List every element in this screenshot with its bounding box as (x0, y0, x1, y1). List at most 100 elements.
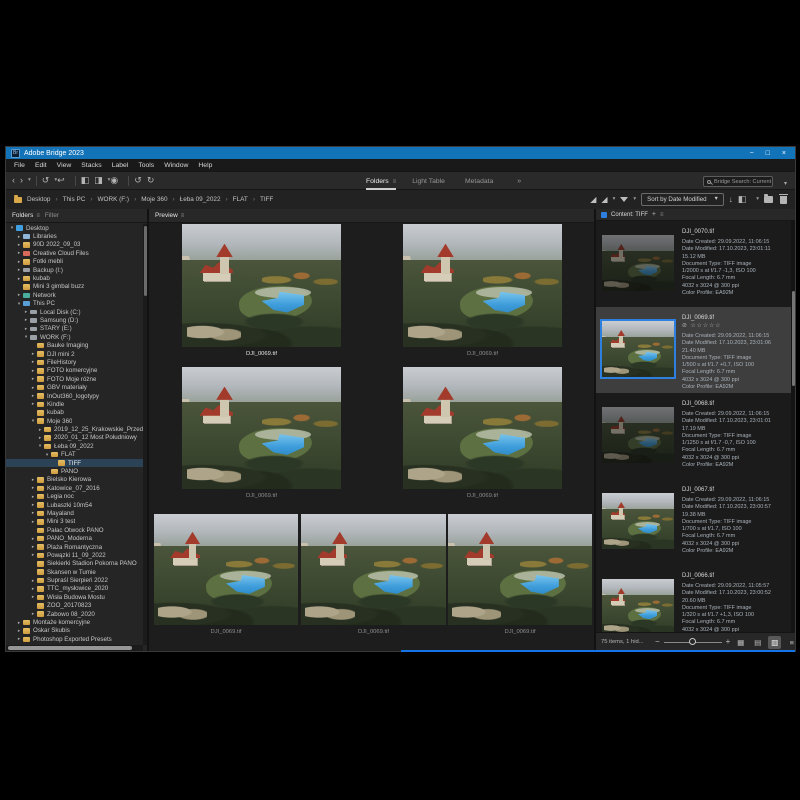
folder-tree-item[interactable]: ▸ TTC_mysłowice_2020 (6, 585, 143, 593)
folder-tree-item[interactable]: ▸ Oskar Skubis (6, 627, 143, 635)
minimize-button[interactable]: − (750, 150, 754, 157)
menu-item[interactable]: Label (107, 162, 134, 169)
preview-thumbnail[interactable]: DJI_0069.tif (403, 367, 562, 502)
panel-menu-icon[interactable]: ≡ (181, 213, 185, 219)
rating-stars[interactable]: ⊘ ☆☆☆☆☆ (682, 323, 789, 329)
expander-icon[interactable]: ▸ (30, 502, 36, 508)
bridge-search-input[interactable]: Bridge Search: Current (703, 176, 773, 187)
folder-tree-item[interactable]: ▸ Creative Cloud Files (6, 249, 143, 257)
panel-menu-icon[interactable]: ≡ (36, 213, 40, 219)
expander-icon[interactable]: ▸ (16, 234, 22, 240)
workspace-tab[interactable]: Folders ≡ (366, 172, 396, 190)
tab-preview[interactable]: Preview ≡ (155, 212, 184, 219)
folder-tree-item[interactable]: ▸ FOTO komercyjne (6, 367, 143, 375)
folder-tree-item[interactable]: ▸ Plaża Romantyczna (6, 543, 143, 551)
breadcrumb-item[interactable]: Desktop (27, 196, 50, 203)
new-folder-icon[interactable] (764, 196, 773, 203)
add-tab-icon[interactable]: + (652, 211, 656, 218)
folder-tree-item[interactable]: Skansen w Tumie (6, 568, 143, 576)
expander-icon[interactable]: ▸ (30, 552, 36, 558)
expander-icon[interactable]: ▸ (23, 309, 29, 315)
folder-tree-item[interactable]: ▾ WORK (F:) (6, 333, 143, 341)
expander-icon[interactable]: ▸ (16, 292, 22, 298)
breadcrumb-item[interactable]: Moje 360 (141, 196, 167, 203)
breadcrumb-item[interactable]: This PC (63, 196, 86, 203)
preview-thumbnail[interactable]: DJI_0069.tif (403, 224, 562, 360)
folder-tree-item[interactable]: ▸ kubab (6, 274, 143, 282)
folder-tree-item[interactable]: ▾ Moje 360 (6, 417, 143, 425)
expander-icon[interactable]: ▸ (30, 519, 36, 525)
folder-tree-item[interactable]: ▸ PANO_Moderna (6, 534, 143, 542)
breadcrumb-item[interactable]: WORK (F:) (97, 196, 129, 203)
file-thumbnail[interactable] (602, 579, 674, 632)
workspace-overflow-icon[interactable]: » (517, 178, 521, 185)
menu-item[interactable]: File (9, 162, 30, 169)
list-view-button[interactable]: ≡ (785, 636, 795, 649)
folder-tree-item[interactable]: ▸ Photoshop Exported Presets (6, 635, 143, 643)
expander-icon[interactable]: ▸ (23, 326, 29, 332)
sort-direction-icon[interactable]: ↓ (729, 195, 733, 204)
panel-menu-icon[interactable]: ≡ (660, 212, 664, 218)
menu-item[interactable]: Stacks (76, 162, 106, 169)
forward-icon[interactable]: › (20, 176, 23, 185)
folder-tree-item[interactable]: ▸ GBV materiały (6, 383, 143, 391)
folder-tree-item[interactable]: ▸ Local Disk (C:) (6, 308, 143, 316)
folder-tree-item[interactable]: Pałac Otwock PANO (6, 526, 143, 534)
folder-tree-item[interactable]: ▸ Montaże komercyjne (6, 618, 143, 626)
file-thumbnail[interactable] (602, 235, 674, 307)
thumbnail-view-button[interactable]: ▤ (751, 636, 764, 649)
tab-menu-icon[interactable]: ≡ (393, 179, 397, 185)
folder-tree-item[interactable]: ▸ 90D 2022_09_03 (6, 241, 143, 249)
camera-import-icon[interactable]: ◧ (81, 176, 90, 185)
content-file-item[interactable]: DJI_0069.tif ⊘ ☆☆☆☆☆ Date Created: 29.09… (596, 307, 791, 393)
content-vertical-scrollbar[interactable] (791, 221, 795, 632)
folder-tree-item[interactable]: ▸ Libraries (6, 232, 143, 240)
export-icon[interactable]: ◧ (738, 195, 747, 204)
folder-tree-item[interactable]: ▸ Katowice_07_2016 (6, 484, 143, 492)
folder-tree-item[interactable]: ▸ DJI mini 2 (6, 350, 143, 358)
expander-icon[interactable]: ▸ (16, 242, 22, 248)
folder-tree-item[interactable]: ▸ STARY (E:) (6, 325, 143, 333)
expander-icon[interactable]: ▸ (37, 435, 43, 441)
menu-item[interactable]: Edit (30, 162, 52, 169)
folder-tree-item[interactable]: ▸ Mayaland (6, 509, 143, 517)
expander-icon[interactable]: ▾ (44, 452, 50, 458)
expander-icon[interactable]: ▸ (30, 393, 36, 399)
folder-tree-item[interactable]: ▸ Lubaszki 10m54 (6, 501, 143, 509)
folder-tree-item[interactable]: ▸ Samsung (D:) (6, 316, 143, 324)
folder-tree-item[interactable]: ▸ Mini 3 test (6, 518, 143, 526)
folder-tree-item[interactable]: kubab (6, 409, 143, 417)
folder-tree-item[interactable]: ▸ Kindle (6, 400, 143, 408)
expander-icon[interactable]: ▸ (16, 267, 22, 273)
folder-tree-item[interactable]: PANO (6, 467, 143, 475)
content-file-item[interactable]: DJI_0066.tif Date Created: 29.09.2022, 1… (596, 565, 791, 632)
folder-tree-item[interactable]: ▸ Wisła Budowa Mostu (6, 593, 143, 601)
expander-icon[interactable]: ▸ (30, 536, 36, 542)
folder-tree-item[interactable]: ZOO_20170823 (6, 602, 143, 610)
folders-vertical-scrollbar[interactable] (143, 224, 147, 645)
folder-tree-item[interactable]: ▸ Żabowo 08_2020 (6, 610, 143, 618)
content-file-item[interactable]: DJI_0070.tif Date Created: 29.09.2022, 1… (596, 221, 791, 307)
breadcrumb-item[interactable]: FLAT (233, 196, 248, 203)
preview-thumbnail[interactable]: DJI_0069.tif (448, 514, 592, 638)
zoom-out-icon[interactable]: − (655, 638, 660, 646)
preview-thumbnail[interactable]: DJI_0069.tif (182, 224, 341, 360)
funnel-chevron-icon[interactable]: ▾ (633, 197, 636, 203)
folder-tree-item[interactable]: ▾ Desktop (6, 224, 143, 232)
workspace-tab[interactable]: Metadata (465, 172, 497, 190)
tab-filter[interactable]: Filter (45, 212, 59, 219)
folder-tree-item[interactable]: ▸ FileHistory (6, 358, 143, 366)
menu-item[interactable]: Tools (133, 162, 159, 169)
folder-tree-item[interactable]: ▾ Łeba 09_2022 (6, 442, 143, 450)
rotate-cw-icon[interactable]: ↻ (147, 176, 155, 185)
maximize-button[interactable]: □ (766, 150, 770, 157)
content-file-item[interactable]: DJI_0068.tif Date Created: 29.09.2022, 1… (596, 393, 791, 479)
breadcrumb-item[interactable]: TIFF (260, 196, 274, 203)
expander-icon[interactable]: ▸ (30, 376, 36, 382)
expander-icon[interactable]: ▸ (30, 594, 36, 600)
expander-icon[interactable]: ▾ (37, 443, 43, 449)
grid-view-button[interactable]: ▦ (734, 636, 747, 649)
expander-icon[interactable]: ▾ (23, 334, 29, 340)
menu-item[interactable]: View (52, 162, 77, 169)
menu-item[interactable]: Help (193, 162, 217, 169)
